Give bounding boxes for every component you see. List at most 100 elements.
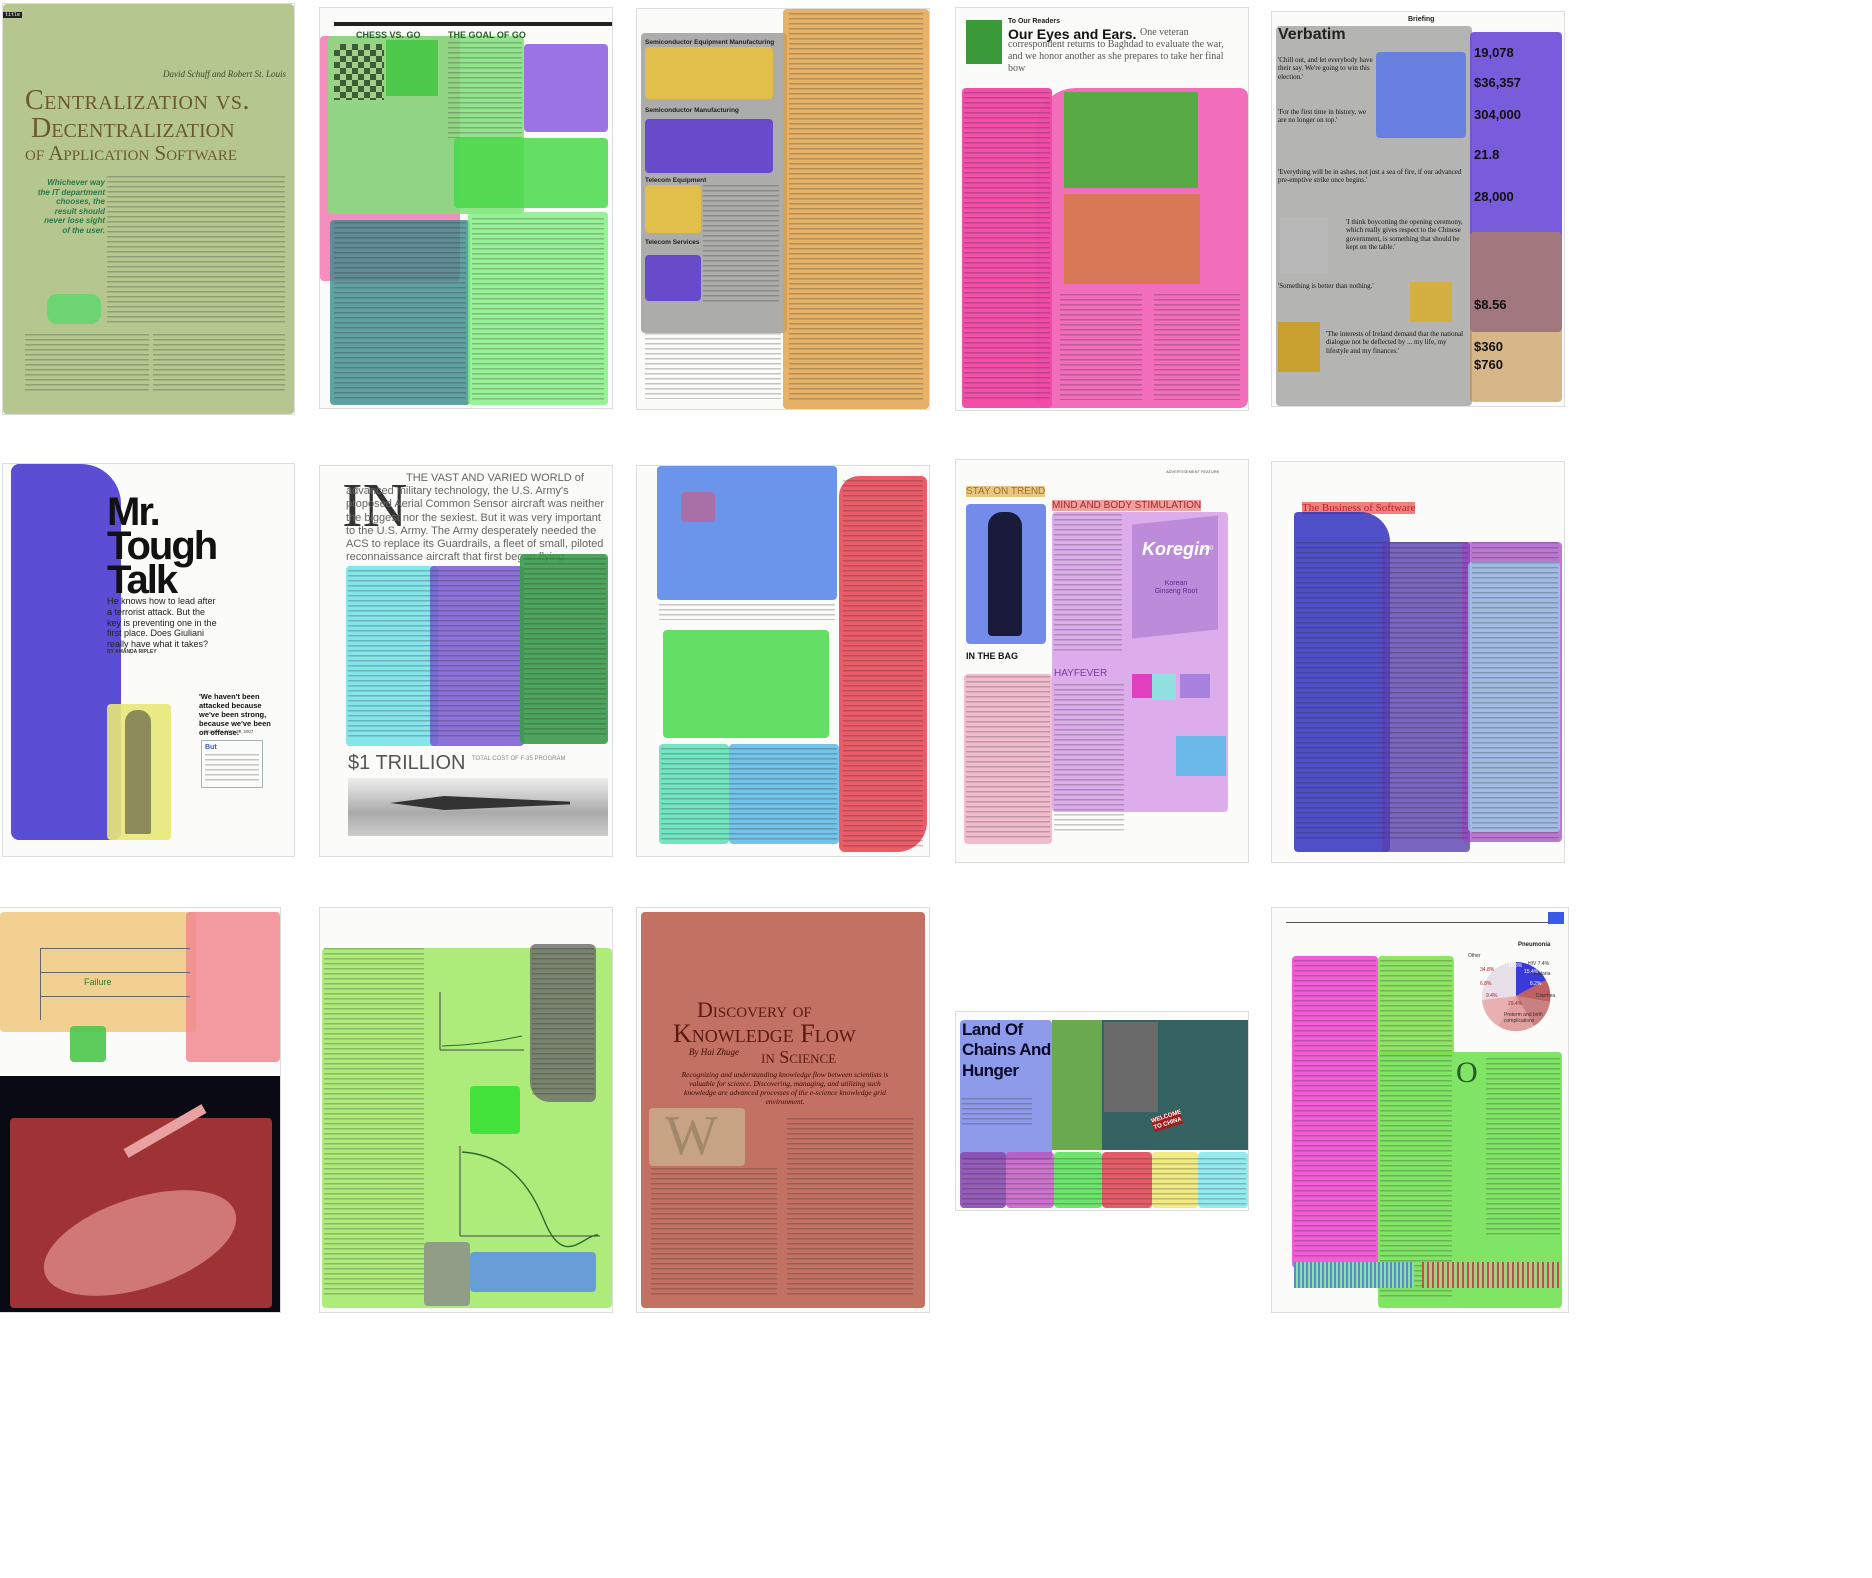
portrait-thumb [966, 20, 1002, 64]
product-pink [1132, 674, 1152, 698]
body-col-3 [1154, 294, 1240, 400]
stat-5: 28,000 [1474, 189, 1514, 204]
body-col-2 [472, 218, 604, 400]
page-7-army-acs: IN THE VAST AND VARIED WORLD of advanced… [320, 466, 612, 856]
stat-8: $760 [1474, 357, 1503, 372]
photo-woman [1280, 218, 1328, 274]
quote-3: 'Everything will be in ashes, not just a… [1278, 168, 1462, 185]
title-line-3: in Science [761, 1047, 837, 1067]
chart-2 [459, 1146, 600, 1248]
pie-label-other: Other [1468, 953, 1481, 959]
pie-pct-5: 9.4% [1486, 993, 1498, 999]
deck: One veteran correspondent returns to Bag… [1008, 27, 1224, 74]
tree-stem [40, 948, 41, 1020]
feature-label: ADVERTISEMENT FEATURE [1166, 469, 1220, 474]
tree-line [40, 948, 190, 949]
overlay-green-small [470, 1086, 520, 1134]
body-left [966, 676, 1050, 838]
photo-man-gold-2 [1278, 322, 1320, 372]
big-number: $1 TRILLION [348, 752, 466, 774]
table-heading-4: Telecom Services [645, 239, 700, 246]
product-pack [1176, 736, 1226, 776]
body-col-2 [787, 1118, 913, 1298]
page-4-to-our-readers: To Our Readers Our Eyes and Ears. One ve… [956, 8, 1248, 410]
model-figure [988, 512, 1022, 636]
page-5-verbatim: Briefing Verbatim 'Chill out, and let ev… [1272, 12, 1564, 406]
photo-green [1052, 1020, 1102, 1150]
page-13-knowledge-flow: Discovery of Knowledge Flow in Science B… [637, 908, 929, 1312]
go-board [386, 40, 438, 96]
bar-chart-strip-1 [1294, 1262, 1414, 1288]
drop-cap: W [665, 1105, 718, 1167]
page-11-failure-diagram: Failure [0, 908, 280, 1312]
overlay-blue-small [470, 1252, 596, 1292]
body-col-3 [532, 948, 594, 1098]
pie-label-diarrhea: Diarrhea [1536, 993, 1556, 999]
body-col-2 [1380, 960, 1452, 1300]
body-col-2 [1388, 542, 1468, 842]
pie-title: Pneumonia [1518, 942, 1551, 948]
page-15-child-mortality: Pneumonia Other HIV 7.4% Malaria Diarrhe… [1272, 908, 1568, 1312]
stat-2: $36,357 [1474, 75, 1521, 90]
quote-5: 'Something is better than nothing.' [1278, 282, 1374, 290]
drop-cap: O [1456, 1056, 1478, 1089]
quote-6: 'The interests of Ireland demand that th… [1326, 330, 1464, 355]
overlay-blue-left [11, 464, 121, 840]
tag: title [3, 12, 23, 18]
body-col-1 [1296, 542, 1386, 842]
heading-goal-of-go: THE GOAL OF GO [448, 30, 526, 40]
heading-in-the-bag: IN THE BAG [966, 651, 1019, 661]
body-bottom [661, 748, 837, 840]
byline: BY AMANDA RIPLEY [107, 649, 157, 655]
dek: Recognizing and understanding knowledge … [681, 1070, 889, 1106]
body-mid [1054, 514, 1122, 654]
chart-1 [439, 992, 524, 1051]
figure-giuliani [125, 710, 151, 834]
title-line-3: of Application Software [25, 141, 238, 165]
page-9-advertisement: ADVERTISEMENT FEATURE STAY ON TREND MIND… [956, 460, 1248, 862]
page-1-centralization: David Schuff and Robert St. Louis Centra… [3, 4, 294, 414]
pie-label-preterm: Preterm and birth complications [1504, 1012, 1543, 1024]
map-caption [659, 604, 835, 620]
overlay-photo-blue [1376, 52, 1466, 138]
overlay-gray-small [424, 1242, 470, 1306]
overlay-stats-tan [1470, 232, 1562, 402]
table-heading-2: Semiconductor Manufacturing [645, 107, 739, 114]
corner-tab [1548, 912, 1564, 924]
body-text-3 [153, 334, 285, 394]
body-col-3 [1486, 1058, 1560, 1238]
body-col-1 [348, 570, 434, 738]
article-text [789, 13, 923, 403]
failure-label: Failure [84, 977, 112, 987]
photo-dark-inset [1104, 1022, 1158, 1112]
page-3-semiconductor: Semiconductor Equipment Manufacturing Se… [637, 9, 929, 409]
stat-1: 19,078 [1474, 45, 1514, 60]
photo-man-gold [1410, 282, 1452, 322]
pie-pct-2: 18.3% [1508, 963, 1523, 969]
overlay-gold-2 [645, 185, 701, 233]
pie-pct-7: 29.4% [1508, 1001, 1523, 1007]
verbatim-title: Verbatim [1278, 26, 1346, 43]
overlay-purple-1 [645, 119, 773, 173]
stat-6: $8.56 [1474, 297, 1507, 312]
body-col-1 [324, 948, 424, 1298]
page-2-chess-vs-go: CHESS VS. GO THE GOAL OF GO [320, 8, 612, 408]
pie-pct-3: 6.8% [1480, 981, 1492, 987]
body-col-2 [1060, 294, 1142, 400]
body-go [448, 42, 522, 138]
heading-mind-body: MIND AND BODY STIMULATION [1052, 500, 1202, 511]
overlay-map-inset [681, 492, 715, 522]
caption-text [205, 754, 259, 784]
brand-sub: Korean Ginseng Root [1154, 580, 1198, 596]
deck: He knows how to lead after a terrorist a… [107, 596, 217, 650]
illustration [47, 294, 101, 324]
lead-text: THE VAST AND VARIED WORLD of advanced mi… [346, 472, 605, 564]
body-col-1 [651, 1168, 777, 1298]
overlay-blue-map [657, 466, 837, 600]
product-cyan [1152, 674, 1176, 700]
brand-number: 2000 [1200, 546, 1214, 552]
overlay-gold-1 [645, 47, 773, 99]
photo-green [1064, 92, 1198, 188]
product-purple [1180, 674, 1210, 698]
article-authors: David Schuff and Robert St. Louis [163, 69, 286, 79]
